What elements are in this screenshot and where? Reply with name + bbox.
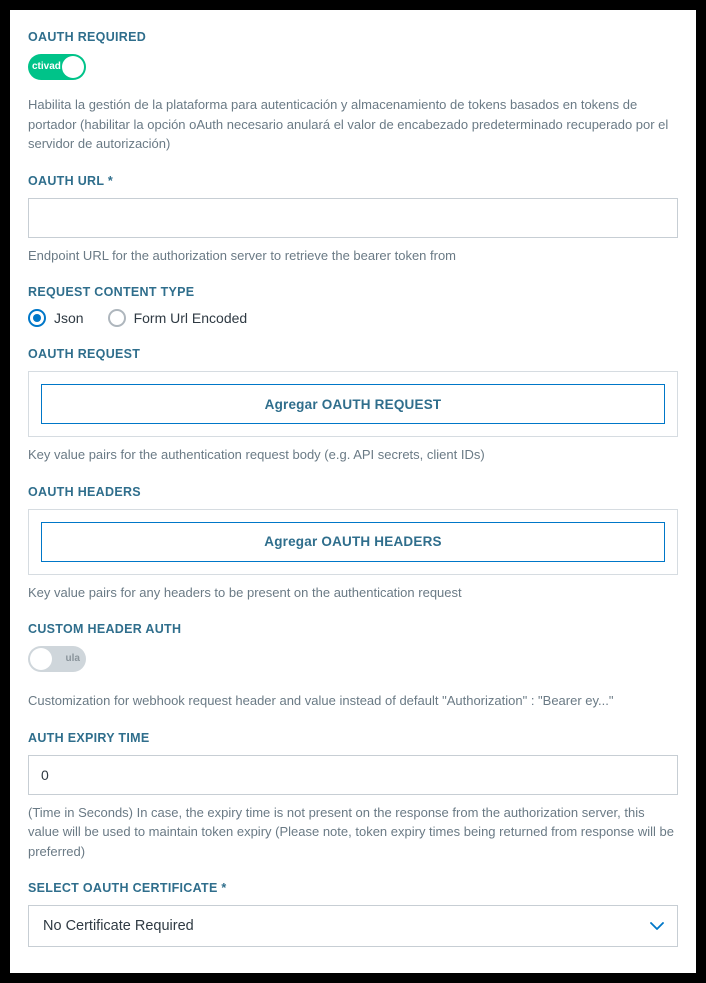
chevron-down-icon xyxy=(650,922,664,930)
oauth-required-section: OAUTH REQUIRED ctivad Habilita la gestió… xyxy=(28,30,678,154)
radio-json[interactable]: Json xyxy=(28,309,84,327)
toggle-on-text: ctivad xyxy=(32,54,61,80)
oauth-required-toggle[interactable]: ctivad xyxy=(28,54,86,80)
oauth-cert-select-wrap: No Certificate Required xyxy=(28,905,678,947)
oauth-cert-label: SELECT OAUTH CERTIFICATE * xyxy=(28,881,678,895)
oauth-request-section: OAUTH REQUEST Agregar OAUTH REQUEST Key … xyxy=(28,347,678,465)
auth-expiry-section: AUTH EXPIRY TIME (Time in Seconds) In ca… xyxy=(28,731,678,862)
radio-form-label: Form Url Encoded xyxy=(134,310,248,326)
toggle-off-text: ula xyxy=(66,646,80,672)
toggle-knob-off xyxy=(30,648,52,670)
custom-header-auth-toggle[interactable]: ula xyxy=(28,646,86,672)
radio-circle-form xyxy=(108,309,126,327)
oauth-url-label: OAUTH URL * xyxy=(28,174,678,188)
custom-header-auth-section: CUSTOM HEADER AUTH ula Customization for… xyxy=(28,622,678,711)
auth-expiry-input[interactable] xyxy=(28,755,678,795)
oauth-cert-section: SELECT OAUTH CERTIFICATE * No Certificat… xyxy=(28,881,678,947)
add-oauth-request-button[interactable]: Agregar OAUTH REQUEST xyxy=(41,384,665,424)
oauth-request-box: Agregar OAUTH REQUEST xyxy=(28,371,678,437)
oauth-request-help: Key value pairs for the authentication r… xyxy=(28,445,678,465)
radio-json-label: Json xyxy=(54,310,84,326)
toggle-knob xyxy=(62,56,84,78)
request-content-type-section: REQUEST CONTENT TYPE Json Form Url Encod… xyxy=(28,285,678,327)
oauth-headers-box: Agregar OAUTH HEADERS xyxy=(28,509,678,575)
oauth-required-label: OAUTH REQUIRED xyxy=(28,30,678,44)
add-oauth-headers-button[interactable]: Agregar OAUTH HEADERS xyxy=(41,522,665,562)
settings-panel: OAUTH REQUIRED ctivad Habilita la gestió… xyxy=(10,10,696,973)
oauth-url-section: OAUTH URL * Endpoint URL for the authori… xyxy=(28,174,678,266)
oauth-url-input[interactable] xyxy=(28,198,678,238)
radio-circle-json xyxy=(28,309,46,327)
content-type-radio-group: Json Form Url Encoded xyxy=(28,309,678,327)
oauth-url-help: Endpoint URL for the authorization serve… xyxy=(28,246,678,266)
radio-form[interactable]: Form Url Encoded xyxy=(108,309,248,327)
oauth-request-label: OAUTH REQUEST xyxy=(28,347,678,361)
oauth-headers-section: OAUTH HEADERS Agregar OAUTH HEADERS Key … xyxy=(28,485,678,603)
oauth-headers-help: Key value pairs for any headers to be pr… xyxy=(28,583,678,603)
oauth-cert-select[interactable]: No Certificate Required xyxy=(28,905,678,947)
request-content-type-label: REQUEST CONTENT TYPE xyxy=(28,285,678,299)
auth-expiry-label: AUTH EXPIRY TIME xyxy=(28,731,678,745)
custom-header-auth-label: CUSTOM HEADER AUTH xyxy=(28,622,678,636)
auth-expiry-help: (Time in Seconds) In case, the expiry ti… xyxy=(28,803,678,862)
oauth-cert-selected: No Certificate Required xyxy=(43,918,194,934)
custom-header-auth-help: Customization for webhook request header… xyxy=(28,691,678,711)
oauth-headers-label: OAUTH HEADERS xyxy=(28,485,678,499)
oauth-required-help: Habilita la gestión de la plataforma par… xyxy=(28,95,678,154)
radio-dot xyxy=(33,314,41,322)
